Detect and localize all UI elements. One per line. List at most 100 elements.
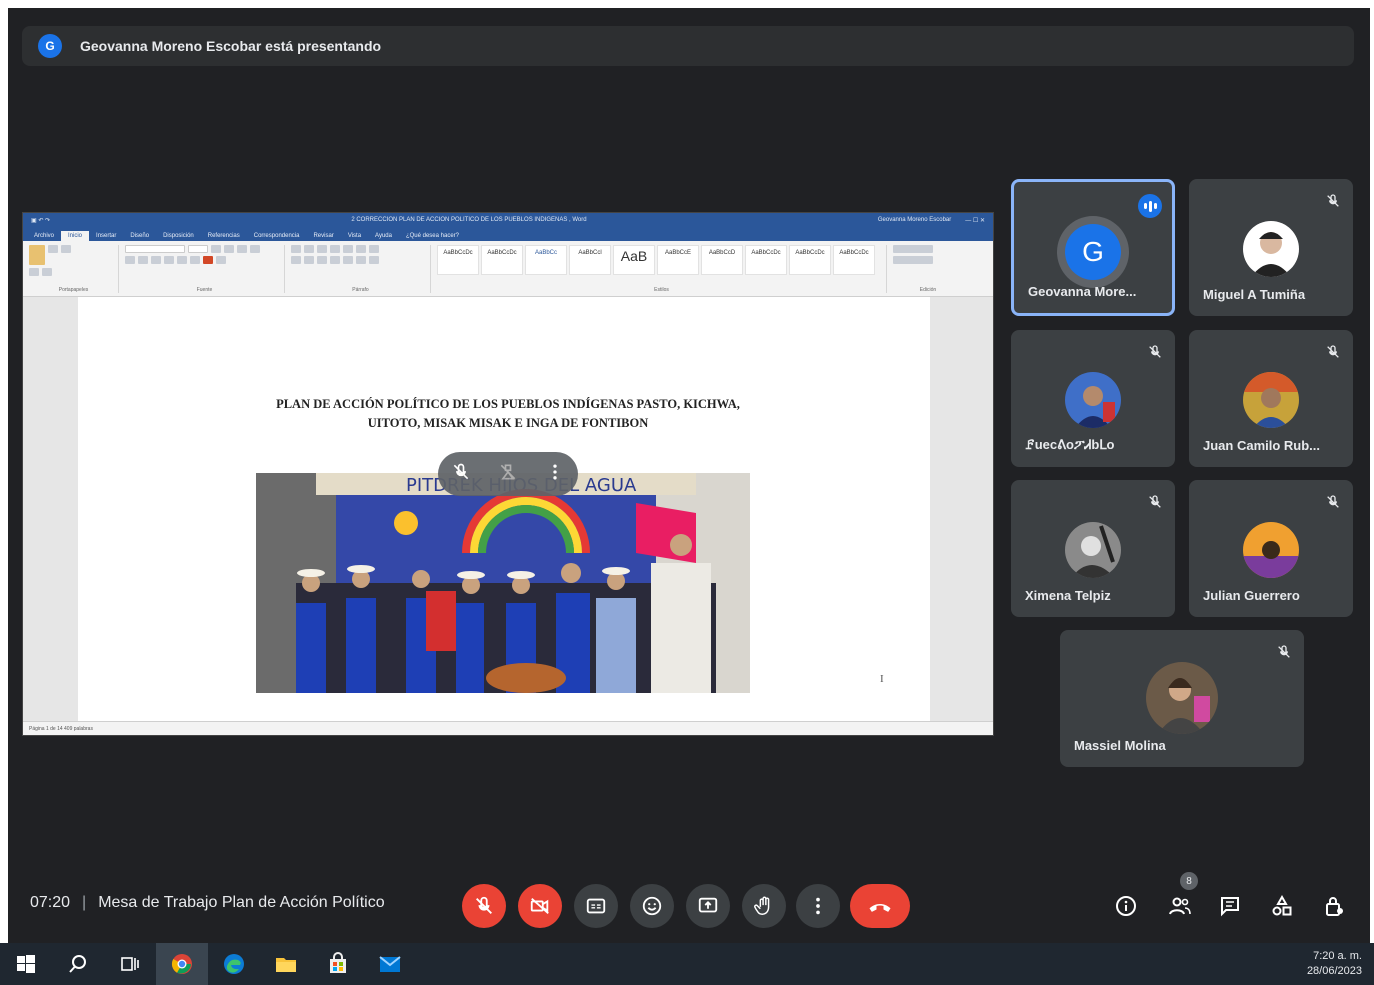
participant-tile[interactable]: Ximena Telpiz — [1011, 480, 1175, 617]
emoji-icon — [642, 896, 662, 916]
participant-count-badge: 8 — [1180, 872, 1198, 890]
style-item: AaBbCc — [525, 245, 567, 275]
style-item: AaBbCcDc — [481, 245, 523, 275]
word-tab: Archivo — [34, 233, 55, 239]
system-clock[interactable]: 7:20 a. m. 28/06/2023 — [1307, 949, 1362, 979]
document-area: PLAN DE ACCIÓN POLÍTICO DE LOS PUEBLOS I… — [23, 297, 993, 723]
taskbar-app-store[interactable] — [312, 943, 364, 985]
style-item: AaBbCcl — [569, 245, 611, 275]
more-vert-icon — [816, 897, 820, 915]
presenting-banner: G Geovanna Moreno Escobar está presentan… — [22, 26, 1354, 66]
lock-person-icon — [1326, 897, 1343, 916]
participant-tile[interactable]: Julian Guerrero — [1189, 480, 1353, 617]
word-tab: Ayuda — [375, 233, 392, 239]
mic-off-icon — [1278, 645, 1290, 658]
reactions-button[interactable] — [630, 884, 674, 928]
store-icon — [330, 952, 346, 973]
style-item: AaBbCcDc — [789, 245, 831, 275]
word-user: Geovanna Moreno Escobar — [877, 217, 952, 223]
mic-off-icon — [476, 896, 492, 914]
participant-tile[interactable]: G Geovanna More... — [1011, 179, 1175, 316]
presenter-avatar: G — [38, 34, 62, 58]
chat-button[interactable] — [1216, 892, 1244, 920]
avatar — [1243, 221, 1299, 277]
group-photo: PITDREK HIJOS DEL AGUA — [256, 473, 750, 693]
hang-up-icon — [869, 903, 891, 912]
camera-off-icon — [530, 897, 549, 915]
present-screen-button[interactable] — [686, 884, 730, 928]
word-status-bar: Página 1 de 14 409 palabras — [23, 721, 993, 735]
taskbar-app-edge[interactable] — [208, 943, 260, 985]
window-controls-icon: — ☐ ✕ — [965, 217, 985, 224]
participant-name: Juan Camilo Rub... — [1203, 438, 1321, 453]
folder-icon — [276, 958, 296, 972]
search-icon — [69, 955, 86, 973]
task-view-icon — [121, 957, 139, 971]
meeting-details-button[interactable] — [1112, 892, 1140, 920]
info-icon — [1116, 896, 1136, 916]
speaking-indicator-icon — [1138, 194, 1162, 218]
start-button[interactable] — [0, 943, 52, 985]
task-view-button[interactable] — [104, 943, 156, 985]
participant-tile[interactable]: Massiel Molina — [1060, 630, 1304, 767]
avatar — [1243, 522, 1299, 578]
activities-button[interactable] — [1268, 892, 1296, 920]
present-icon — [698, 897, 718, 913]
windows-logo-icon — [17, 955, 35, 973]
meeting-time: 07:20 — [30, 894, 71, 911]
people-button[interactable] — [1166, 892, 1194, 920]
mic-off-icon — [1327, 194, 1339, 207]
ribbon-group-clipboard: Portapapeles — [29, 245, 119, 293]
host-controls-button[interactable] — [1320, 892, 1348, 920]
style-item: AaBbCcD — [701, 245, 743, 275]
presenting-text: Geovanna Moreno Escobar está presentando — [80, 38, 382, 54]
word-tab: Revisar — [313, 233, 334, 239]
avatar — [1146, 662, 1218, 734]
mic-toggle-button[interactable] — [462, 884, 506, 928]
taskbar-app-chrome[interactable] — [156, 943, 208, 985]
word-tab: Referencias — [207, 233, 240, 239]
word-tab: Vista — [347, 233, 362, 239]
raise-hand-button[interactable] — [742, 884, 786, 928]
separator: | — [82, 894, 87, 911]
captions-icon — [586, 898, 606, 914]
hand-icon — [754, 896, 770, 915]
windows-taskbar: 7:20 a. m. 28/06/2023 — [0, 943, 1374, 985]
captions-button[interactable] — [574, 884, 618, 928]
mic-off-icon[interactable] — [451, 462, 471, 487]
presentation-pill[interactable] — [438, 452, 578, 496]
participant-tile[interactable]: Juan Camilo Rub... — [1189, 330, 1353, 467]
meet-controls-bar: 07:20 | Mesa de Trabajo Plan de Acción P… — [8, 870, 1370, 936]
people-icon — [1169, 897, 1191, 915]
ribbon-group-paragraph: Párrafo — [291, 245, 431, 293]
mic-off-icon — [1149, 345, 1161, 358]
chat-icon — [1221, 897, 1239, 917]
meeting-info: 07:20 | Mesa de Trabajo Plan de Acción P… — [30, 894, 385, 912]
ribbon-group-styles: AaBbCcDc AaBbCcDc AaBbCc AaBbCcl AaB AaB… — [437, 245, 887, 293]
mic-off-icon — [1149, 495, 1161, 508]
word-ribbon: Portapapeles Fuente Párrafo AaBbCcDc AaB… — [23, 241, 993, 297]
camera-toggle-button[interactable] — [518, 884, 562, 928]
mic-off-icon — [1327, 345, 1339, 358]
ribbon-group-editing: Edición — [893, 245, 963, 293]
search-button[interactable] — [52, 943, 104, 985]
participant-tile[interactable]: Miguel A Tumiña — [1189, 179, 1353, 316]
taskbar-app-explorer[interactable] — [260, 943, 312, 985]
more-options-icon[interactable] — [545, 462, 565, 487]
leave-call-button[interactable] — [850, 884, 910, 928]
participant-name: Geovanna More... — [1028, 284, 1137, 299]
clock-date: 28/06/2023 — [1306, 965, 1362, 977]
style-normal: AaBbCcDc — [437, 245, 479, 275]
document-title: PLAN DE ACCIÓN POLÍTICO DE LOS PUEBLOS I… — [276, 397, 740, 430]
more-options-button[interactable] — [796, 884, 840, 928]
taskbar-app-mail[interactable] — [364, 943, 416, 985]
word-tab: Diseño — [130, 233, 150, 239]
style-item: AaBbCcDc — [745, 245, 787, 275]
edge-icon — [224, 954, 244, 974]
document-page: PLAN DE ACCIÓN POLÍTICO DE LOS PUEBLOS I… — [78, 297, 930, 723]
pin-off-icon[interactable] — [498, 462, 518, 487]
participant-name: Julian Guerrero — [1203, 588, 1300, 603]
avatar — [1065, 372, 1121, 428]
participant-tile[interactable]: ꗓuecᕕoፖᏗbᒪo — [1011, 330, 1175, 467]
avatar — [1243, 372, 1299, 428]
